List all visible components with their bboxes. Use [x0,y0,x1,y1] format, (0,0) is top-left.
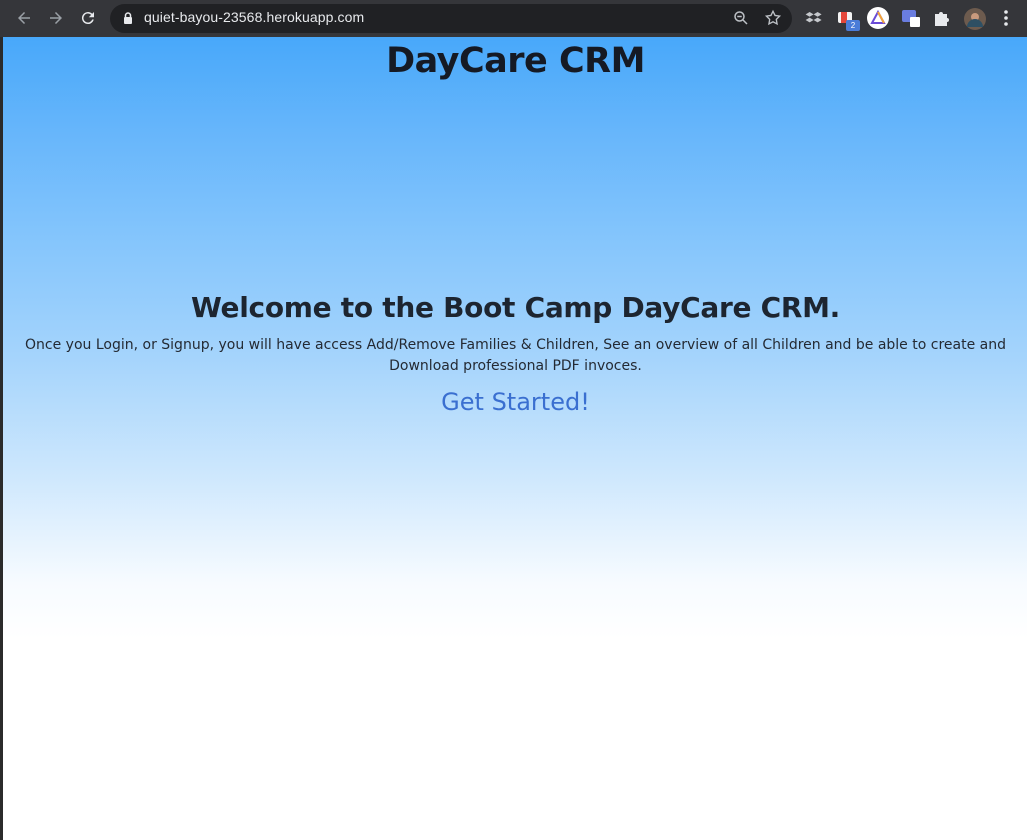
screen-extension-icon[interactable] [901,8,921,28]
browser-toolbar: quiet-bayou-23568.herokuapp.com 2 [0,0,1027,37]
lock-icon [124,12,132,24]
back-icon[interactable] [8,2,40,34]
page-title: DayCare CRM [386,41,645,81]
bookmark-star-icon[interactable] [764,9,782,27]
page-body: DayCare CRM Welcome to the Boot Camp Day… [2,37,1027,840]
url-text: quiet-bayou-23568.herokuapp.com [144,9,365,25]
get-started-link[interactable]: Get Started! [3,388,1027,416]
avatar[interactable] [963,7,987,31]
puzzle-icon[interactable] [932,8,952,28]
colorful-extension-icon[interactable] [866,6,890,30]
forward-icon[interactable] [40,2,72,34]
menu-kebab-icon[interactable] [996,8,1016,28]
description-text: Once you Login, or Signup, you will have… [25,337,1006,374]
welcome-heading: Welcome to the Boot Camp DayCare CRM. [190,291,841,324]
zoom-icon[interactable] [732,9,750,27]
address-bar[interactable]: quiet-bayou-23568.herokuapp.com [110,4,792,33]
reload-icon[interactable] [72,2,104,34]
extension-badge: 2 [846,20,860,31]
dropbox-icon[interactable] [804,8,824,28]
